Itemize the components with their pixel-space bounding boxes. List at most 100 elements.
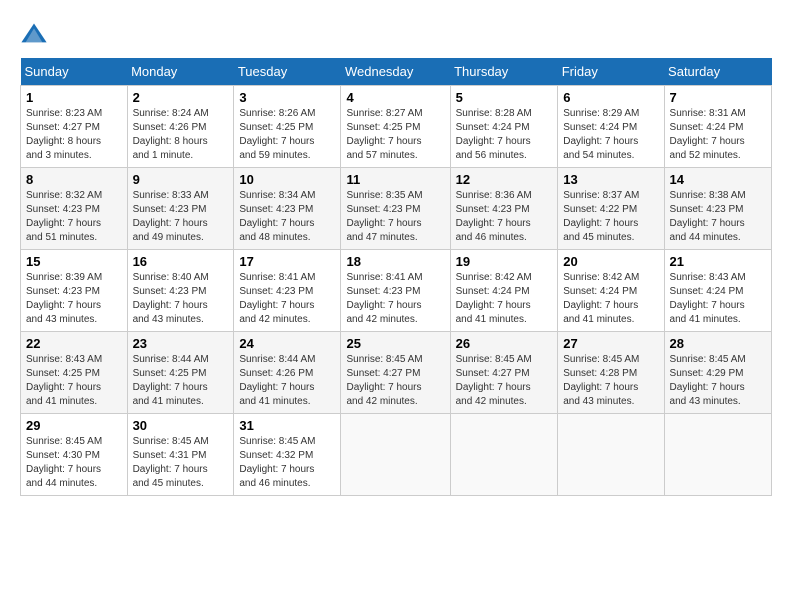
day-number: 22 [26,336,122,351]
day-number: 28 [670,336,766,351]
column-header-sunday: Sunday [21,58,128,86]
calendar-cell: 25 Sunrise: 8:45 AMSunset: 4:27 PMDayligh… [341,332,450,414]
day-number: 23 [133,336,229,351]
calendar-cell: 31Sunrise: 8:45 AMSunset: 4:32 PMDayligh… [234,414,341,496]
day-info: Sunrise: 8:39 AMSunset: 4:23 PMDaylight:… [26,271,122,327]
calendar-cell: 2Sunrise: 8:24 AMSunset: 4:26 PMDaylight… [127,86,234,168]
day-info: Sunrise: 8:34 AMSunset: 4:23 PMDaylight:… [239,189,335,245]
day-info: Sunrise: 8:42 AMSunset: 4:24 PMDaylight:… [456,271,553,327]
calendar-cell: 22 Sunrise: 8:43 AMSunset: 4:25 PMDayligh… [21,332,128,414]
calendar-cell: 26 Sunrise: 8:45 AMSunset: 4:27 PMDayligh… [450,332,558,414]
day-info: Sunrise: 8:28 AMSunset: 4:24 PMDaylight:… [456,107,553,163]
day-number: 10 [239,172,335,187]
calendar-cell: 5 Sunrise: 8:28 AMSunset: 4:24 PMDaylight… [450,86,558,168]
day-number: 29 [26,418,122,433]
calendar-cell: 7Sunrise: 8:31 AMSunset: 4:24 PMDaylight… [664,86,771,168]
week-row-1: 1 Sunrise: 8:23 AMSunset: 4:27 PMDaylight… [21,86,772,168]
day-number: 2 [133,90,229,105]
calendar-cell: 20 Sunrise: 8:42 AMSunset: 4:24 PMDayligh… [558,250,664,332]
day-number: 16 [133,254,229,269]
column-header-friday: Friday [558,58,664,86]
calendar-cell: 23 Sunrise: 8:44 AMSunset: 4:25 PMDayligh… [127,332,234,414]
day-info: Sunrise: 8:41 AMSunset: 4:23 PMDaylight:… [346,271,444,327]
day-info: Sunrise: 8:23 AMSunset: 4:27 PMDaylight:… [26,107,122,163]
day-info: Sunrise: 8:45 AMSunset: 4:31 PMDaylight:… [133,435,229,491]
day-info: Sunrise: 8:43 AMSunset: 4:24 PMDaylight:… [670,271,766,327]
calendar-cell: 11 Sunrise: 8:35 AMSunset: 4:23 PMDayligh… [341,168,450,250]
page-header [20,20,772,48]
day-info: Sunrise: 8:42 AMSunset: 4:24 PMDaylight:… [563,271,658,327]
calendar-cell: 6 Sunrise: 8:29 AMSunset: 4:24 PMDaylight… [558,86,664,168]
day-number: 24 [239,336,335,351]
day-number: 17 [239,254,335,269]
day-number: 30 [133,418,229,433]
day-info: Sunrise: 8:44 AMSunset: 4:26 PMDaylight:… [239,353,335,409]
column-header-wednesday: Wednesday [341,58,450,86]
day-number: 19 [456,254,553,269]
day-number: 20 [563,254,658,269]
day-number: 6 [563,90,658,105]
calendar-cell: 13 Sunrise: 8:37 AMSunset: 4:22 PMDayligh… [558,168,664,250]
day-number: 3 [239,90,335,105]
day-info: Sunrise: 8:29 AMSunset: 4:24 PMDaylight:… [563,107,658,163]
calendar-cell: 3Sunrise: 8:26 AMSunset: 4:25 PMDaylight… [234,86,341,168]
day-info: Sunrise: 8:45 AMSunset: 4:27 PMDaylight:… [346,353,444,409]
day-number: 13 [563,172,658,187]
column-header-tuesday: Tuesday [234,58,341,86]
day-number: 5 [456,90,553,105]
day-info: Sunrise: 8:38 AMSunset: 4:23 PMDaylight:… [670,189,766,245]
logo-icon [20,20,48,48]
day-info: Sunrise: 8:31 AMSunset: 4:24 PMDaylight:… [670,107,766,163]
calendar-cell: 18Sunrise: 8:41 AMSunset: 4:23 PMDayligh… [341,250,450,332]
calendar-cell: 27Sunrise: 8:45 AMSunset: 4:28 PMDayligh… [558,332,664,414]
logo [20,20,52,48]
column-header-monday: Monday [127,58,234,86]
day-number: 9 [133,172,229,187]
day-number: 21 [670,254,766,269]
day-info: Sunrise: 8:45 AMSunset: 4:27 PMDaylight:… [456,353,553,409]
calendar-header-row: SundayMondayTuesdayWednesdayThursdayFrid… [21,58,772,86]
calendar-cell: 28 Sunrise: 8:45 AMSunset: 4:29 PMDayligh… [664,332,771,414]
calendar-cell [450,414,558,496]
day-info: Sunrise: 8:44 AMSunset: 4:25 PMDaylight:… [133,353,229,409]
day-number: 14 [670,172,766,187]
day-number: 26 [456,336,553,351]
day-number: 12 [456,172,553,187]
day-info: Sunrise: 8:27 AMSunset: 4:25 PMDaylight:… [346,107,444,163]
column-header-thursday: Thursday [450,58,558,86]
column-header-saturday: Saturday [664,58,771,86]
calendar-cell: 9 Sunrise: 8:33 AMSunset: 4:23 PMDaylight… [127,168,234,250]
day-number: 31 [239,418,335,433]
week-row-4: 22 Sunrise: 8:43 AMSunset: 4:25 PMDayligh… [21,332,772,414]
calendar-cell: 4 Sunrise: 8:27 AMSunset: 4:25 PMDaylight… [341,86,450,168]
calendar-cell: 29 Sunrise: 8:45 AMSunset: 4:30 PMDayligh… [21,414,128,496]
calendar-cell: 15 Sunrise: 8:39 AMSunset: 4:23 PMDayligh… [21,250,128,332]
day-number: 15 [26,254,122,269]
week-row-2: 8 Sunrise: 8:32 AMSunset: 4:23 PMDaylight… [21,168,772,250]
day-info: Sunrise: 8:35 AMSunset: 4:23 PMDaylight:… [346,189,444,245]
day-number: 8 [26,172,122,187]
calendar-cell: 17 Sunrise: 8:41 AMSunset: 4:23 PMDayligh… [234,250,341,332]
day-info: Sunrise: 8:45 AMSunset: 4:30 PMDaylight:… [26,435,122,491]
day-number: 11 [346,172,444,187]
day-info: Sunrise: 8:37 AMSunset: 4:22 PMDaylight:… [563,189,658,245]
calendar-cell: 24 Sunrise: 8:44 AMSunset: 4:26 PMDayligh… [234,332,341,414]
calendar-cell [664,414,771,496]
week-row-3: 15 Sunrise: 8:39 AMSunset: 4:23 PMDayligh… [21,250,772,332]
day-info: Sunrise: 8:33 AMSunset: 4:23 PMDaylight:… [133,189,229,245]
calendar-cell: 12 Sunrise: 8:36 AMSunset: 4:23 PMDayligh… [450,168,558,250]
day-info: Sunrise: 8:40 AMSunset: 4:23 PMDaylight:… [133,271,229,327]
calendar-cell: 19 Sunrise: 8:42 AMSunset: 4:24 PMDayligh… [450,250,558,332]
day-info: Sunrise: 8:36 AMSunset: 4:23 PMDaylight:… [456,189,553,245]
day-info: Sunrise: 8:45 AMSunset: 4:29 PMDaylight:… [670,353,766,409]
week-row-5: 29 Sunrise: 8:45 AMSunset: 4:30 PMDayligh… [21,414,772,496]
day-number: 1 [26,90,122,105]
day-info: Sunrise: 8:41 AMSunset: 4:23 PMDaylight:… [239,271,335,327]
day-number: 4 [346,90,444,105]
calendar-cell: 8 Sunrise: 8:32 AMSunset: 4:23 PMDaylight… [21,168,128,250]
day-info: Sunrise: 8:32 AMSunset: 4:23 PMDaylight:… [26,189,122,245]
day-number: 25 [346,336,444,351]
day-info: Sunrise: 8:43 AMSunset: 4:25 PMDaylight:… [26,353,122,409]
calendar-cell: 30 Sunrise: 8:45 AMSunset: 4:31 PMDayligh… [127,414,234,496]
calendar-cell: 16 Sunrise: 8:40 AMSunset: 4:23 PMDayligh… [127,250,234,332]
